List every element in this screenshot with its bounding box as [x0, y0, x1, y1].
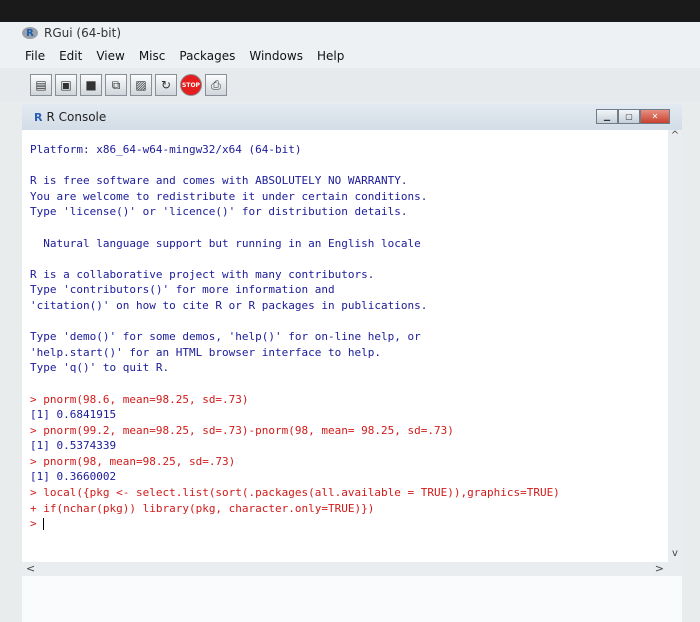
toolbar: ▤ ▣ ■ ⧉ ▨ ↻ STOP ⎙: [0, 68, 700, 102]
print-button[interactable]: ⎙: [205, 74, 227, 96]
console-line: Type 'contributors()' for more informati…: [30, 282, 560, 298]
console-output-text: 'citation()' on how to cite R or R packa…: [30, 298, 428, 312]
load-workspace-button[interactable]: ▣: [55, 74, 77, 96]
menu-file[interactable]: File: [18, 49, 52, 63]
console-titlebar: R R Console ▁ ▢ ✕: [22, 104, 682, 130]
console-output-text: [1] 0.6841915: [30, 408, 117, 422]
scroll-up-icon[interactable]: ^: [668, 130, 682, 144]
copy-paste-button[interactable]: ↻: [155, 74, 177, 96]
console-line: > pnorm(99.2, mean=98.25, sd=.73)-pnorm(…: [30, 423, 560, 439]
console-output-text: R is a collaborative project with many c…: [30, 267, 375, 281]
console-command: pnorm(98.6, mean=98.25, sd=.73): [43, 392, 249, 406]
r-console-icon: R: [34, 110, 43, 124]
r-console-window: R R Console ▁ ▢ ✕ Platform: x86_64-w64-m…: [22, 104, 682, 622]
console-title: R Console: [46, 110, 107, 124]
console-line: [1] 0.6841915: [30, 407, 560, 423]
menu-misc[interactable]: Misc: [132, 49, 173, 63]
console-prompt: >: [30, 392, 44, 406]
console-line: Type 'q()' to quit R.: [30, 360, 560, 376]
console-line: [1] 0.3660002: [30, 469, 560, 485]
console-command: local({pkg <- select.list(sort(.packages…: [43, 486, 560, 500]
scroll-left-icon[interactable]: <: [26, 562, 35, 575]
console-line: Natural language support but running in …: [30, 236, 560, 252]
console-text: Platform: x86_64-w64-mingw32/x64 (64-bit…: [30, 142, 560, 532]
minimize-button[interactable]: ▁: [596, 109, 618, 124]
console-line: Type 'license()' or 'licence()' for dist…: [30, 204, 560, 220]
console-line: > pnorm(98.6, mean=98.25, sd=.73): [30, 392, 560, 408]
console-output-text: Type 'contributors()' for more informati…: [30, 283, 335, 297]
console-output-text: Natural language support but running in …: [30, 236, 421, 250]
console-line: Platform: x86_64-w64-mingw32/x64 (64-bit…: [30, 142, 560, 158]
menu-packages[interactable]: Packages: [172, 49, 242, 63]
r-logo-icon: R: [22, 27, 38, 39]
resize-grip-icon[interactable]: [668, 562, 682, 576]
rgui-window: R RGui (64-bit) File Edit View Misc Pack…: [0, 22, 700, 622]
console-line: 'citation()' on how to cite R or R packa…: [30, 298, 560, 314]
console-line: > pnorm(98, mean=98.25, sd=.73): [30, 454, 560, 470]
menu-help[interactable]: Help: [310, 49, 351, 63]
console-command: pnorm(98, mean=98.25, sd=.73): [43, 454, 236, 468]
console-output-text: [1] 0.5374339: [30, 439, 117, 453]
console-command: if(nchar(pkg)) library(pkg, character.on…: [43, 501, 375, 515]
console-output-text: Platform: x86_64-w64-mingw32/x64 (64-bit…: [30, 143, 302, 156]
paste-button[interactable]: ▨: [130, 74, 152, 96]
scroll-down-icon[interactable]: v: [668, 548, 682, 562]
console-line: > local({pkg <- select.list(sort(.packag…: [30, 485, 560, 501]
top-dark-strip: [0, 0, 700, 22]
close-button[interactable]: ✕: [640, 109, 670, 124]
console-output-text: Type 'demo()' for some demos, 'help()' f…: [30, 330, 421, 344]
console-line: [1] 0.5374339: [30, 438, 560, 454]
app-title: RGui (64-bit): [44, 26, 122, 40]
copy-button[interactable]: ⧉: [105, 74, 127, 96]
menu-view[interactable]: View: [89, 49, 131, 63]
console-line: Type 'demo()' for some demos, 'help()' f…: [30, 329, 560, 345]
console-prompt: >: [30, 517, 44, 531]
console-prompt: >: [30, 423, 44, 437]
console-line: 'help.start()' for an HTML browser inter…: [30, 345, 560, 361]
horizontal-scrollbar[interactable]: < >: [22, 562, 668, 576]
window-controls: ▁ ▢ ✕: [596, 109, 670, 124]
console-line: R is free software and comes with ABSOLU…: [30, 173, 560, 189]
menu-bar: File Edit View Misc Packages Windows Hel…: [0, 44, 700, 68]
console-output-text: Type 'q()' to quit R.: [30, 361, 170, 375]
open-script-button[interactable]: ▤: [30, 74, 52, 96]
vertical-scrollbar[interactable]: ^ v: [668, 130, 682, 562]
console-line: You are welcome to redistribute it under…: [30, 189, 560, 205]
console-line: >: [30, 516, 560, 532]
console-prompt: +: [30, 501, 44, 515]
app-titlebar: R RGui (64-bit): [0, 22, 700, 44]
console-line: R is a collaborative project with many c…: [30, 267, 560, 283]
console-line: + if(nchar(pkg)) library(pkg, character.…: [30, 501, 560, 517]
text-cursor: [43, 518, 45, 531]
console-output-text: [1] 0.3660002: [30, 470, 117, 484]
maximize-button[interactable]: ▢: [618, 109, 640, 124]
console-prompt: >: [30, 486, 44, 500]
console-output-text: Type 'license()' or 'licence()' for dist…: [30, 205, 408, 219]
console-output-text: You are welcome to redistribute it under…: [30, 189, 428, 203]
console-prompt: >: [30, 454, 44, 468]
stop-button[interactable]: STOP: [180, 74, 202, 96]
menu-windows[interactable]: Windows: [242, 49, 310, 63]
menu-edit[interactable]: Edit: [52, 49, 89, 63]
console-output[interactable]: Platform: x86_64-w64-mingw32/x64 (64-bit…: [22, 130, 668, 562]
console-command: pnorm(99.2, mean=98.25, sd=.73)-pnorm(98…: [43, 423, 454, 437]
console-output-text: R is free software and comes with ABSOLU…: [30, 174, 408, 188]
save-button[interactable]: ■: [80, 74, 102, 96]
console-output-text: 'help.start()' for an HTML browser inter…: [30, 345, 381, 359]
scroll-right-icon[interactable]: >: [655, 562, 664, 575]
